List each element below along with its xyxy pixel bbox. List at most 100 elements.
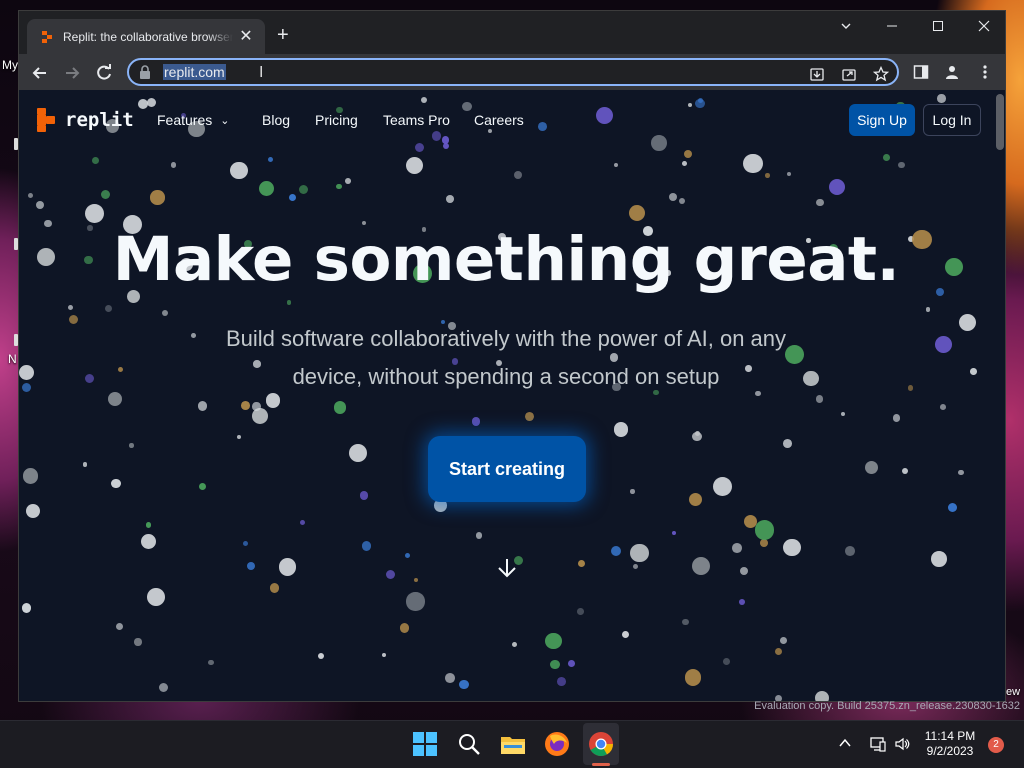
- hero-title: Make something great.: [112, 224, 900, 295]
- back-icon[interactable]: [29, 62, 51, 84]
- notification-badge[interactable]: 2: [988, 737, 1004, 753]
- particle-dot: [21, 382, 32, 393]
- particle-dot: [381, 652, 387, 658]
- reload-icon[interactable]: [93, 62, 115, 84]
- particle-dot: [815, 395, 824, 403]
- tab-close-icon[interactable]: ✕: [237, 28, 255, 45]
- particle-dot: [288, 193, 296, 202]
- particle-dot: [816, 198, 824, 207]
- particle-dot: [931, 551, 947, 567]
- network-icon[interactable]: [870, 736, 886, 752]
- particle-dot: [129, 443, 134, 448]
- desktop-icon-label[interactable]: My: [2, 58, 18, 72]
- maximize-icon[interactable]: [915, 15, 961, 39]
- particle-dot: [111, 478, 121, 489]
- desktop-icon-label[interactable]: ew: [1006, 686, 1020, 698]
- particle-dot: [197, 401, 208, 411]
- particle-dot: [134, 638, 142, 646]
- particle-dot: [783, 538, 801, 557]
- nav-careers[interactable]: Careers: [474, 112, 524, 128]
- particle-dot: [258, 180, 275, 197]
- chrome-icon[interactable]: [588, 731, 614, 757]
- particle-dot: [630, 544, 649, 563]
- particle-dot: [712, 476, 733, 497]
- sign-up-button[interactable]: Sign Up: [849, 104, 915, 136]
- particle-dot: [406, 592, 425, 611]
- chevron-down-icon: ⌄: [220, 115, 230, 127]
- browser-tab[interactable]: Replit: the collaborative browser ✕: [27, 19, 265, 54]
- chevron-up-icon[interactable]: [838, 736, 852, 750]
- particle-dot: [318, 652, 325, 660]
- desktop-icon-label[interactable]: N: [8, 352, 17, 366]
- particle-dot: [446, 195, 454, 203]
- particle-dot: [404, 552, 411, 559]
- particle-dot: [475, 532, 483, 539]
- particle-dot: [614, 163, 619, 168]
- install-app-icon[interactable]: [809, 66, 825, 82]
- forward-icon[interactable]: [61, 62, 83, 84]
- particle-dot: [630, 489, 635, 494]
- particle-dot: [19, 364, 35, 380]
- particle-dot: [511, 641, 518, 648]
- nav-features[interactable]: Features ⌄: [157, 112, 229, 128]
- particle-dot: [683, 149, 693, 159]
- url-text[interactable]: replit.com: [163, 64, 226, 80]
- volume-icon[interactable]: [894, 736, 910, 752]
- particle-dot: [145, 522, 152, 529]
- particle-dot: [731, 543, 742, 553]
- lock-icon[interactable]: [139, 65, 151, 79]
- new-tab-button[interactable]: +: [277, 25, 289, 45]
- particle-dot: [610, 546, 621, 557]
- profile-icon[interactable]: [944, 64, 960, 80]
- log-in-button[interactable]: Log In: [923, 104, 981, 136]
- taskbar: 11:14 PM 9/2/2023 2: [0, 720, 1024, 768]
- particle-dot: [84, 373, 95, 384]
- start-creating-button[interactable]: Start creating: [428, 436, 586, 502]
- search-icon[interactable]: [456, 731, 482, 757]
- particle-dot: [743, 153, 763, 174]
- tab-search-icon[interactable]: [823, 15, 869, 39]
- particle-dot: [399, 623, 410, 633]
- particle-dot: [333, 401, 347, 415]
- nav-teams-pro[interactable]: Teams Pro: [383, 112, 450, 128]
- particle-dot: [969, 368, 977, 375]
- particle-dot: [385, 569, 396, 579]
- minimize-icon[interactable]: [869, 15, 915, 39]
- particle-dot: [739, 599, 745, 606]
- replit-logo[interactable]: replit: [37, 108, 134, 132]
- particle-dot: [898, 161, 905, 169]
- more-menu-icon[interactable]: [977, 64, 993, 80]
- side-panel-icon[interactable]: [913, 64, 929, 80]
- particle-dot: [621, 630, 629, 638]
- share-icon[interactable]: [841, 66, 857, 82]
- close-window-icon[interactable]: [961, 15, 1005, 39]
- particle-dot: [286, 300, 292, 305]
- hero-subtitle: Build software collaboratively with the …: [169, 320, 843, 396]
- particle-dot: [678, 197, 685, 204]
- arrow-down-icon[interactable]: [495, 556, 519, 580]
- scrollbar-thumb[interactable]: [996, 94, 1004, 150]
- start-windows-icon[interactable]: [412, 731, 438, 757]
- particle-dot: [828, 178, 845, 196]
- particle-dot: [349, 443, 368, 462]
- system-clock[interactable]: 11:14 PM 9/2/2023: [920, 729, 980, 759]
- hero-subtitle-line: Build software collaboratively with the …: [225, 326, 787, 351]
- particle-dot: [578, 560, 586, 568]
- particle-background: [19, 90, 1005, 701]
- particle-dot: [299, 519, 305, 525]
- particle-dot: [682, 619, 689, 626]
- page-scrollbar[interactable]: [993, 90, 1005, 701]
- particle-dot: [613, 422, 629, 437]
- firefox-icon[interactable]: [544, 731, 570, 757]
- particle-dot: [568, 660, 576, 668]
- particle-dot: [240, 400, 250, 410]
- particle-dot: [671, 530, 676, 535]
- replit-homepage: replit Features ⌄ Blog Pricing Teams Pro …: [19, 90, 1005, 701]
- nav-pricing[interactable]: Pricing: [315, 112, 358, 128]
- bookmark-star-icon[interactable]: [873, 66, 889, 82]
- address-bar[interactable]: replit.com I: [127, 58, 899, 86]
- tab-title: Replit: the collaborative browser: [63, 29, 233, 44]
- nav-blog[interactable]: Blog: [262, 112, 290, 128]
- replit-logo-icon: [37, 108, 55, 132]
- file-explorer-icon[interactable]: [500, 731, 526, 757]
